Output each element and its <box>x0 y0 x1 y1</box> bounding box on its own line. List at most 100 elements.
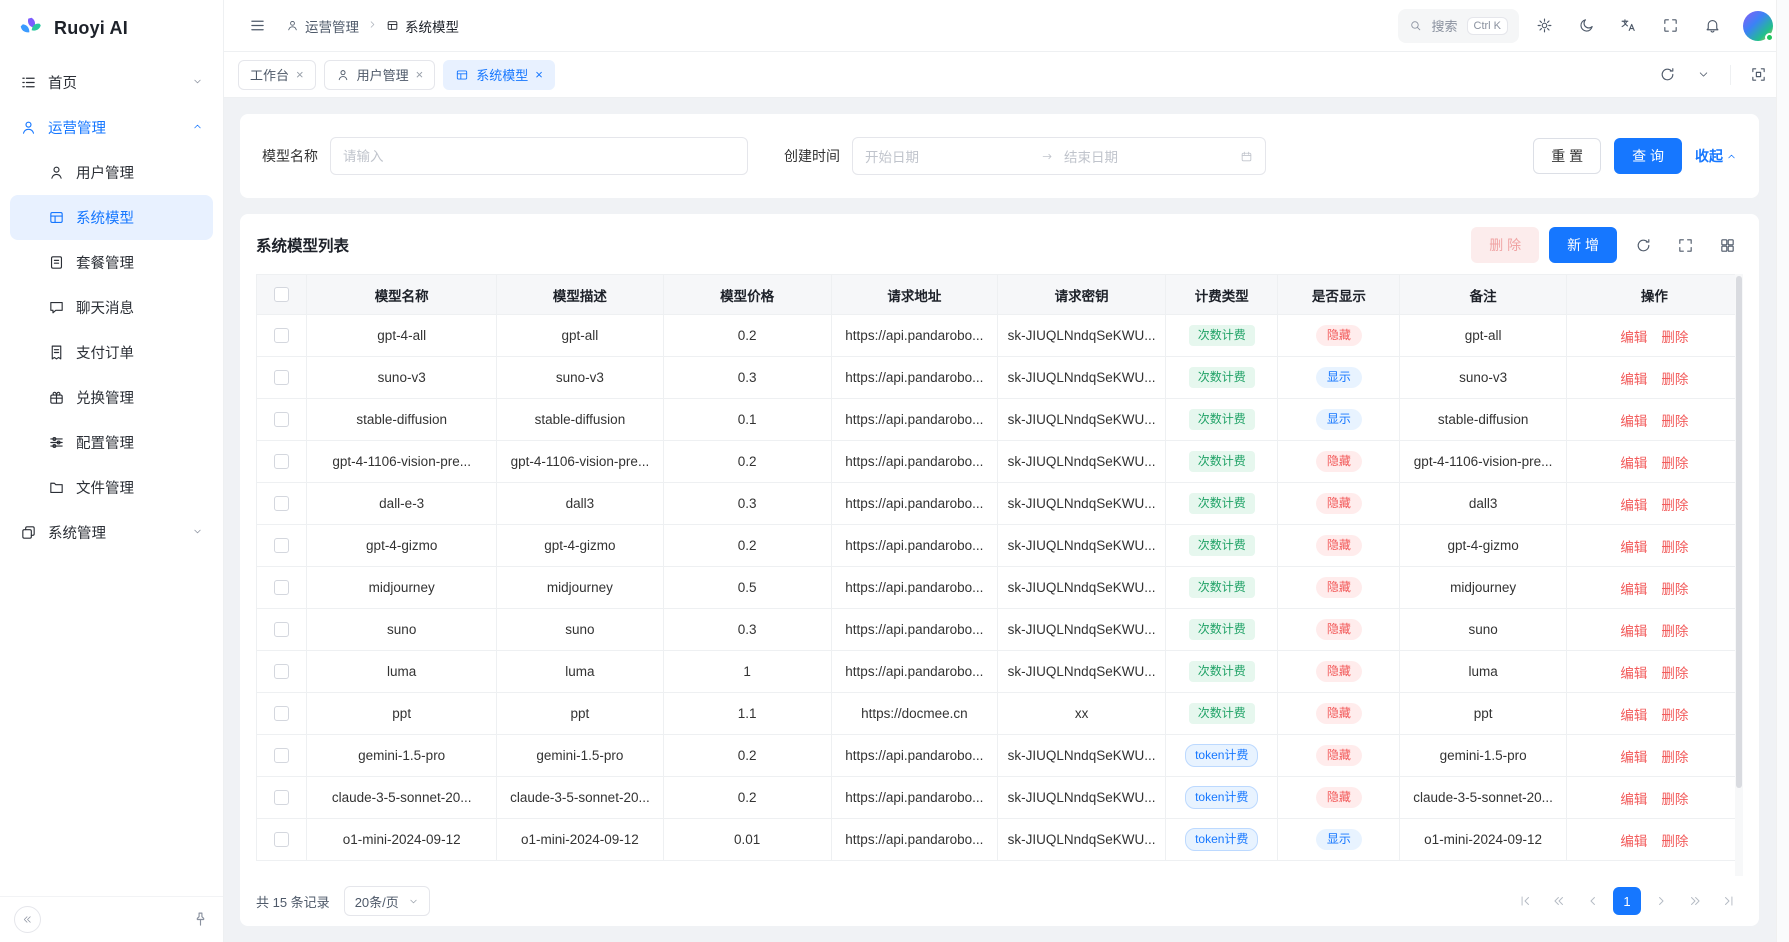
prev-page-button[interactable] <box>1579 887 1607 915</box>
row-checkbox[interactable] <box>274 706 289 721</box>
row-checkbox[interactable] <box>274 496 289 511</box>
delete-link[interactable]: 删除 <box>1661 708 1688 723</box>
row-checkbox[interactable] <box>274 748 289 763</box>
settings-button[interactable] <box>1527 9 1561 43</box>
query-button[interactable]: 查 询 <box>1614 138 1682 174</box>
model-name-input[interactable] <box>330 137 748 175</box>
content-fullscreen-button[interactable] <box>1741 58 1775 92</box>
tab-workbench[interactable]: 工作台× <box>238 60 316 90</box>
collapse-filter-link[interactable]: 收起 <box>1695 146 1737 166</box>
delete-link[interactable]: 删除 <box>1661 582 1688 597</box>
language-button[interactable] <box>1611 9 1645 43</box>
delete-link[interactable]: 删除 <box>1661 624 1688 639</box>
dark-mode-button[interactable] <box>1569 9 1603 43</box>
delete-link[interactable]: 删除 <box>1661 540 1688 555</box>
sidebar-item-redeem-management[interactable]: 兑换管理 <box>10 375 213 420</box>
edit-link[interactable]: 编辑 <box>1620 498 1647 513</box>
table-fullscreen-button[interactable] <box>1669 229 1701 261</box>
reset-button[interactable]: 重 置 <box>1533 138 1601 174</box>
row-checkbox[interactable] <box>274 664 289 679</box>
notifications-button[interactable] <box>1695 9 1729 43</box>
last-page-button[interactable] <box>1715 887 1743 915</box>
table-scrollbar[interactable] <box>1735 274 1743 876</box>
scrollbar-thumb[interactable] <box>1736 276 1742 788</box>
delete-link[interactable]: 删除 <box>1661 834 1688 849</box>
edit-link[interactable]: 编辑 <box>1620 582 1647 597</box>
model-name-label: 模型名称 <box>262 146 318 166</box>
sidebar-toggle-button[interactable] <box>240 9 274 43</box>
tab-menu-button[interactable] <box>1686 58 1720 92</box>
edit-link[interactable]: 编辑 <box>1620 624 1647 639</box>
breadcrumb-item-operations[interactable]: 运营管理 <box>286 16 359 36</box>
tab-system-model[interactable]: 系统模型× <box>443 60 555 90</box>
edit-link[interactable]: 编辑 <box>1620 372 1647 387</box>
chevron-right-icon <box>367 19 378 30</box>
sidebar-item-payment-orders[interactable]: 支付订单 <box>10 330 213 375</box>
refresh-page-button[interactable] <box>1650 58 1684 92</box>
tab-user-management[interactable]: 用户管理× <box>324 60 436 90</box>
row-checkbox[interactable] <box>274 370 289 385</box>
chat-icon <box>48 299 65 316</box>
refresh-table-button[interactable] <box>1627 229 1659 261</box>
delete-link[interactable]: 删除 <box>1661 666 1688 681</box>
row-checkbox[interactable] <box>274 622 289 637</box>
sidebar-item-user-management[interactable]: 用户管理 <box>10 150 213 195</box>
delete-link[interactable]: 删除 <box>1661 414 1688 429</box>
close-icon[interactable]: × <box>296 68 304 81</box>
edit-link[interactable]: 编辑 <box>1620 792 1647 807</box>
select-all-checkbox[interactable] <box>274 287 289 302</box>
sidebar-item-config-management[interactable]: 配置管理 <box>10 420 213 465</box>
sidebar-item-package-management[interactable]: 套餐管理 <box>10 240 213 285</box>
row-checkbox[interactable] <box>274 328 289 343</box>
edit-link[interactable]: 编辑 <box>1620 414 1647 429</box>
pin-icon[interactable] <box>192 911 209 928</box>
delete-link[interactable]: 删除 <box>1661 750 1688 765</box>
sidebar-item-operations[interactable]: 运营管理 <box>10 105 213 150</box>
next-group-button[interactable] <box>1681 887 1709 915</box>
avatar[interactable] <box>1743 11 1773 41</box>
row-checkbox[interactable] <box>274 832 289 847</box>
table-row: stable-diffusionstable-diffusion0.1https… <box>257 399 1743 441</box>
edit-link[interactable]: 编辑 <box>1620 330 1647 345</box>
cell-model-desc: suno-v3 <box>497 357 663 399</box>
search-input[interactable]: 搜索 Ctrl K <box>1398 9 1519 43</box>
edit-link[interactable]: 编辑 <box>1620 708 1647 723</box>
next-page-button[interactable] <box>1647 887 1675 915</box>
column-settings-button[interactable] <box>1711 229 1743 261</box>
sidebar-item-file-management[interactable]: 文件管理 <box>10 465 213 510</box>
close-icon[interactable]: × <box>416 68 424 81</box>
row-checkbox[interactable] <box>274 454 289 469</box>
close-icon[interactable]: × <box>535 68 543 81</box>
edit-link[interactable]: 编辑 <box>1620 456 1647 471</box>
row-checkbox[interactable] <box>274 538 289 553</box>
row-checkbox[interactable] <box>274 580 289 595</box>
delete-link[interactable]: 删除 <box>1661 372 1688 387</box>
cell-model-name: suno-v3 <box>307 357 497 399</box>
delete-link[interactable]: 删除 <box>1661 456 1688 471</box>
edit-link[interactable]: 编辑 <box>1620 834 1647 849</box>
sidebar-item-system-model[interactable]: 系统模型 <box>10 195 213 240</box>
delete-link[interactable]: 删除 <box>1661 330 1688 345</box>
sidebar-item-system-management[interactable]: 系统管理 <box>10 510 213 555</box>
delete-link[interactable]: 删除 <box>1661 498 1688 513</box>
sidebar-item-chat-messages[interactable]: 聊天消息 <box>10 285 213 330</box>
first-page-button[interactable] <box>1511 887 1539 915</box>
date-range-picker[interactable]: 开始日期 结束日期 <box>852 137 1266 175</box>
row-checkbox[interactable] <box>274 790 289 805</box>
sidebar-item-home[interactable]: 首页 <box>10 60 213 105</box>
breadcrumb-item-system-model[interactable]: 系统模型 <box>386 16 459 36</box>
page-scrollbar[interactable] <box>1776 0 1789 942</box>
sidebar-collapse-button[interactable] <box>14 906 41 933</box>
row-checkbox[interactable] <box>274 412 289 427</box>
page-size-select[interactable]: 20条/页 <box>344 886 430 916</box>
delete-link[interactable]: 删除 <box>1661 792 1688 807</box>
fullscreen-button[interactable] <box>1653 9 1687 43</box>
delete-button[interactable]: 删 除 <box>1471 227 1539 263</box>
edit-link[interactable]: 编辑 <box>1620 540 1647 555</box>
edit-link[interactable]: 编辑 <box>1620 666 1647 681</box>
add-button[interactable]: 新 增 <box>1549 227 1617 263</box>
prev-group-button[interactable] <box>1545 887 1573 915</box>
current-page-button[interactable]: 1 <box>1613 887 1641 915</box>
edit-link[interactable]: 编辑 <box>1620 750 1647 765</box>
divider <box>1730 65 1731 85</box>
